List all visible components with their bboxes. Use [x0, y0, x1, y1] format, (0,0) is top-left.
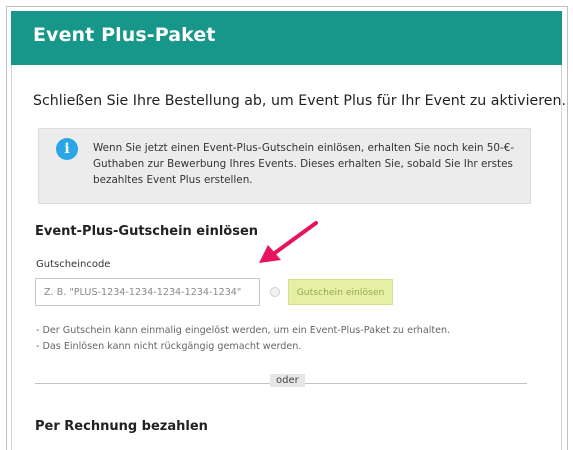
invoice-section-title: Per Rechnung bezahlen: [35, 419, 208, 434]
voucher-section-title: Event-Plus-Gutschein einlösen: [35, 224, 259, 239]
intro-text: Schließen Sie Ihre Bestellung ab, um Eve…: [33, 93, 566, 109]
voucher-code-label: Gutscheincode: [36, 259, 111, 270]
status-indicator-icon: [270, 287, 280, 297]
redeem-voucher-button[interactable]: Gutschein einlösen: [288, 279, 393, 305]
voucher-note: Der Gutschein kann einmalig eingelöst we…: [36, 323, 451, 339]
info-text: Wenn Sie jetzt einen Event-Plus-Gutschei…: [93, 142, 515, 186]
divider-label: oder: [270, 374, 305, 387]
voucher-code-input[interactable]: [35, 278, 260, 306]
voucher-notes: Der Gutschein kann einmalig eingelöst we…: [36, 323, 451, 355]
voucher-note: Das Einlösen kann nicht rückgängig gemac…: [36, 339, 450, 355]
header-bar: Event Plus-Paket: [11, 11, 562, 65]
info-box: i Wenn Sie jetzt einen Event-Plus-Gutsch…: [38, 128, 531, 204]
content-panel: Schließen Sie Ihre Bestellung ab, um Eve…: [11, 65, 566, 450]
page-title: Event Plus-Paket: [33, 24, 216, 46]
info-icon: i: [56, 138, 78, 160]
